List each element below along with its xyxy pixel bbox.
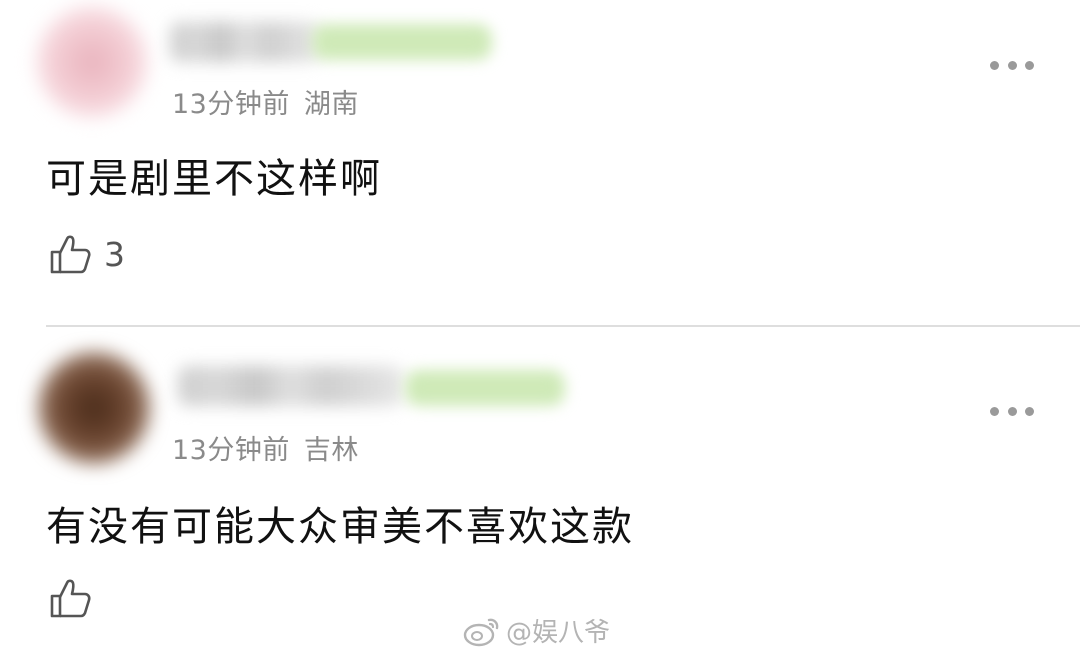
comment-meta: 13分钟前 湖南 (172, 82, 359, 121)
user-badge-blurred (312, 24, 492, 60)
weibo-logo-icon (463, 618, 499, 646)
more-dots-icon[interactable] (990, 60, 1034, 70)
like-button[interactable]: 3 (48, 232, 125, 276)
avatar[interactable] (38, 352, 150, 464)
comment-text: 有没有可能大众审美不喜欢这款 (46, 504, 634, 550)
avatar[interactable] (36, 6, 148, 118)
username-blurred[interactable] (178, 366, 403, 406)
comment-meta: 13分钟前 吉林 (172, 428, 359, 467)
comment-time: 13分钟前 (172, 89, 290, 120)
username-blurred[interactable] (170, 22, 320, 62)
comment-item: 13分钟前 湖南 可是剧里不这样啊 3 (0, 0, 1080, 325)
comment-location: 湖南 (303, 89, 359, 120)
watermark-text: @娱八爷 (506, 618, 611, 648)
comment-text: 可是剧里不这样啊 (46, 156, 382, 202)
watermark: @娱八爷 (462, 612, 610, 649)
comment-location: 吉林 (303, 435, 359, 466)
comment-item: 13分钟前 吉林 有没有可能大众审美不喜欢这款 (0, 326, 1080, 657)
more-dots-icon[interactable] (990, 406, 1034, 416)
comment-list: 13分钟前 湖南 可是剧里不这样啊 3 13分钟前 吉林 有没有可能大众审美不喜欢这… (0, 0, 1080, 657)
thumbs-up-icon (50, 579, 91, 618)
comment-time: 13分钟前 (172, 435, 290, 466)
like-count: 3 (104, 234, 125, 274)
thumbs-up-icon (50, 235, 91, 274)
user-badge-blurred (405, 370, 565, 406)
like-button[interactable] (48, 576, 104, 620)
